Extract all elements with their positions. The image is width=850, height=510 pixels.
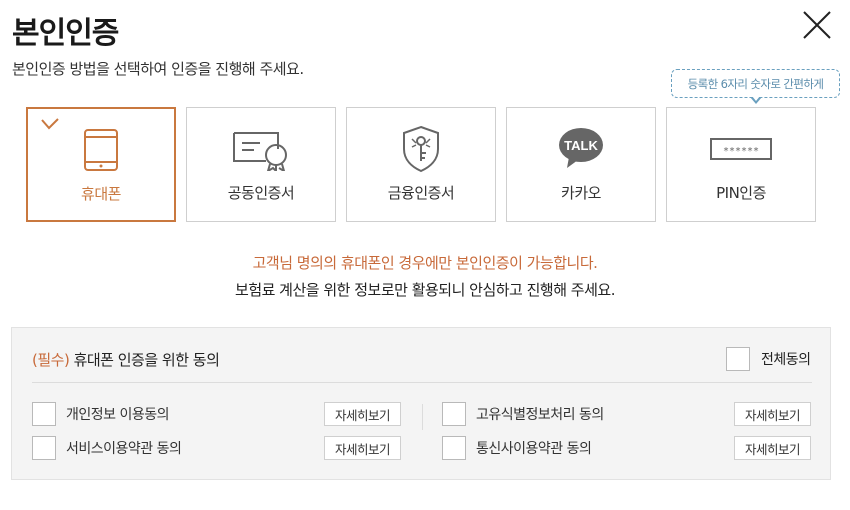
- auth-method-list: 휴대폰 공동인증서 금융인증서 TALK 카카오 ****** PIN인증: [26, 107, 816, 222]
- method-phone[interactable]: 휴대폰: [26, 107, 176, 222]
- method-joint-certificate-label: 공동인증서: [227, 184, 295, 202]
- pin-mask-text: ******: [723, 146, 759, 157]
- method-pin-label: PIN인증: [716, 184, 766, 202]
- page-subtitle: 본인인증 방법을 선택하여 인증을 진행해 주세요.: [12, 60, 304, 78]
- method-kakao-label: 카카오: [561, 184, 601, 202]
- agree-all-toggle[interactable]: 전체동의: [726, 347, 811, 371]
- agreement-divider: [32, 382, 812, 383]
- unique-id-checkbox[interactable]: [442, 402, 466, 426]
- agreement-item-service-terms[interactable]: 서비스이용약관 동의: [32, 436, 182, 460]
- agreement-item-privacy[interactable]: 개인정보 이용동의: [32, 402, 170, 426]
- shield-key-icon: [347, 124, 495, 174]
- kakao-talk-text: TALK: [564, 138, 598, 153]
- agreement-title-text: 휴대폰 인증을 위한 동의: [69, 351, 220, 369]
- service-terms-label: 서비스이용약관 동의: [66, 441, 182, 457]
- close-icon: [803, 11, 831, 39]
- agree-all-checkbox[interactable]: [726, 347, 750, 371]
- carrier-terms-checkbox[interactable]: [442, 436, 466, 460]
- method-financial-certificate-label: 금융인증서: [387, 184, 455, 202]
- method-pin[interactable]: ****** PIN인증: [666, 107, 816, 222]
- carrier-terms-label: 통신사이용약관 동의: [476, 441, 592, 457]
- notice-warning: 고객님 명의의 휴대폰인 경우에만 본인인증이 가능합니다.: [252, 254, 598, 272]
- privacy-checkbox[interactable]: [32, 402, 56, 426]
- service-terms-checkbox[interactable]: [32, 436, 56, 460]
- method-kakao[interactable]: TALK 카카오: [506, 107, 656, 222]
- certificate-icon: [187, 124, 335, 174]
- method-phone-label: 휴대폰: [81, 185, 121, 203]
- unique-id-detail-button[interactable]: 자세히보기: [734, 402, 811, 426]
- pin-field-icon: ******: [667, 124, 815, 174]
- agreement-item-carrier-terms[interactable]: 통신사이용약관 동의: [442, 436, 592, 460]
- tooltip-arrow-fill: [752, 96, 760, 101]
- close-button[interactable]: [800, 8, 834, 42]
- smartphone-icon: [28, 125, 174, 175]
- method-financial-certificate[interactable]: 금융인증서: [346, 107, 496, 222]
- method-joint-certificate[interactable]: 공동인증서: [186, 107, 336, 222]
- agreement-column-divider: [422, 404, 423, 430]
- agreement-title: (필수) 휴대폰 인증을 위한 동의: [32, 349, 220, 370]
- unique-id-label: 고유식별정보처리 동의: [476, 407, 604, 423]
- agreement-panel: (필수) 휴대폰 인증을 위한 동의 전체동의 개인정보 이용동의 자세히보기 …: [11, 327, 831, 480]
- carrier-terms-detail-button[interactable]: 자세히보기: [734, 436, 811, 460]
- required-tag: (필수): [32, 351, 70, 369]
- page-title: 본인인증: [12, 16, 119, 51]
- privacy-label: 개인정보 이용동의: [66, 407, 170, 423]
- privacy-detail-button[interactable]: 자세히보기: [324, 402, 401, 426]
- agreement-item-unique-id[interactable]: 고유식별정보처리 동의: [442, 402, 604, 426]
- pin-tooltip: 등록한 6자리 숫자로 간편하게: [671, 69, 840, 98]
- agree-all-label: 전체동의: [761, 352, 811, 368]
- service-terms-detail-button[interactable]: 자세히보기: [324, 436, 401, 460]
- kakao-talk-icon: TALK: [507, 124, 655, 174]
- notice-info: 보험료 계산을 위한 정보로만 활용되니 안심하고 진행해 주세요.: [235, 281, 615, 299]
